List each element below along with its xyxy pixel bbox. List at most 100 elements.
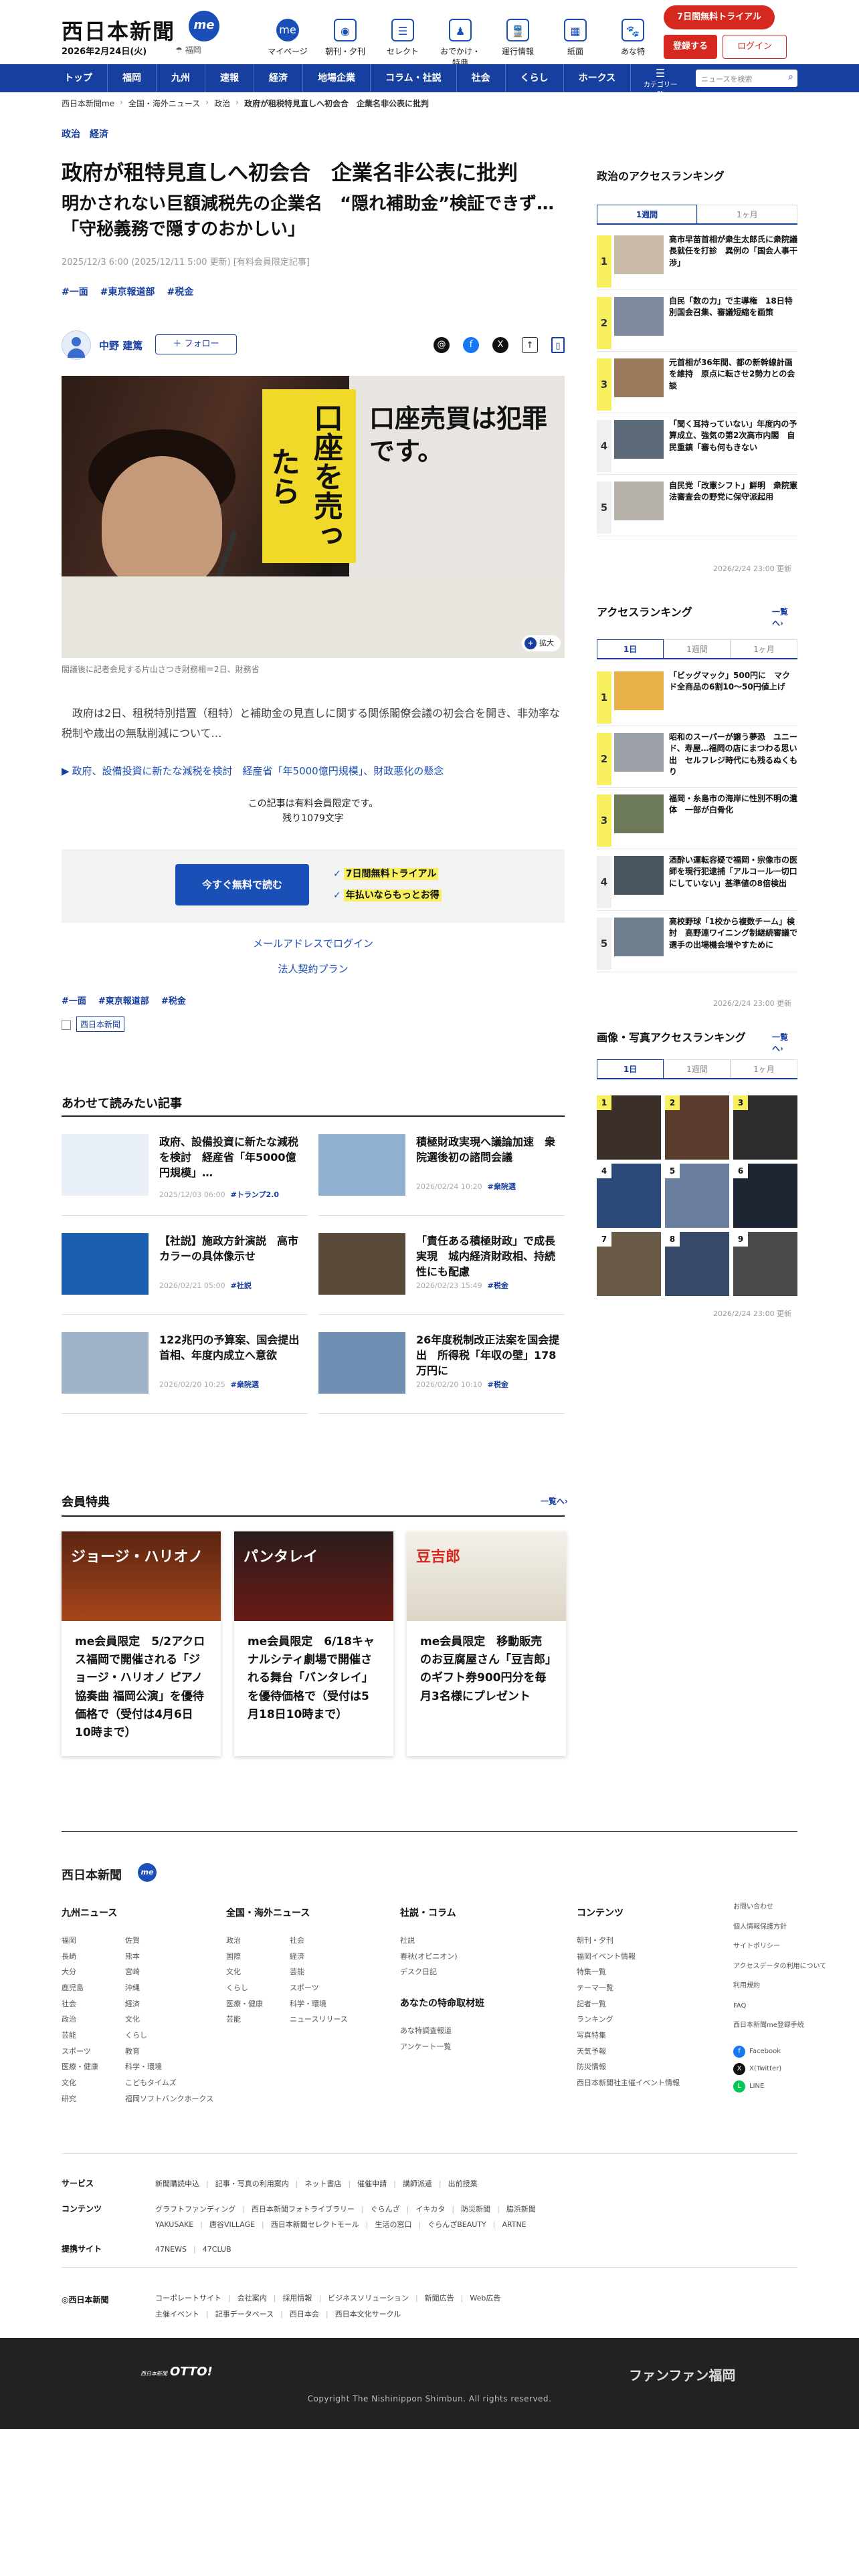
footer-link[interactable]: 脇浜新聞 xyxy=(506,2205,536,2214)
footer-link[interactable]: コーポレートサイト xyxy=(155,2294,221,2302)
member-perk-card[interactable]: ジョージ・ハリオノ me会員限定 5/2アクロス福岡で開催される「ジョージ・ハリオ… xyxy=(62,1531,221,1756)
tag-link[interactable]: #税金 xyxy=(161,994,186,1006)
footer-link[interactable]: 芸能 xyxy=(226,2012,263,2028)
footer-link[interactable]: 個人情報保護方針 xyxy=(733,1922,826,1933)
related-article-tag[interactable]: #トランプ2.0 xyxy=(231,1190,279,1199)
footer-link[interactable]: 記者一覧 xyxy=(577,1996,680,2012)
photo-ranking-item[interactable]: 1 xyxy=(597,1095,661,1160)
footer-link[interactable]: 文化 xyxy=(125,2012,213,2028)
related-article[interactable]: 積極財政実現へ議論加速 衆院選後初の諮問会議 2026/02/24 10:20 #衆… xyxy=(318,1130,565,1216)
threads-icon[interactable]: @ xyxy=(434,337,450,353)
footer-link[interactable]: 社説 xyxy=(400,1933,458,1949)
footer-link[interactable]: イキカタ xyxy=(415,2205,445,2214)
photo-ranking-item[interactable]: 5 xyxy=(665,1164,729,1228)
footer-link[interactable]: 文化 xyxy=(226,1964,263,1980)
photo-ranking-item[interactable]: 9 xyxy=(733,1232,797,1296)
tag-link[interactable]: #一面 xyxy=(62,994,86,1006)
footer-link[interactable]: 西日本新聞me登録手続 xyxy=(733,2020,826,2031)
share-icon[interactable]: ↑ xyxy=(522,337,538,353)
footer-link[interactable]: 社会 xyxy=(62,1996,98,2012)
footer-link[interactable]: ネット書店 xyxy=(304,2179,341,2188)
footer-column-title[interactable]: コンテンツ xyxy=(577,1903,680,1923)
photo-ranking-item[interactable]: 2 xyxy=(665,1095,729,1160)
footer-link[interactable]: スポーツ xyxy=(62,2044,98,2060)
footer-link[interactable]: 新聞広告 xyxy=(425,2294,454,2302)
footer-logo[interactable]: 西日本新聞 xyxy=(62,1866,122,1883)
tab-day[interactable]: 1日 xyxy=(597,639,664,658)
footer-link[interactable]: 福岡ソフトバンクホークス xyxy=(125,2091,213,2107)
read-free-button[interactable]: 今すぐ無料で読む xyxy=(175,864,309,905)
site-logo[interactable]: 西日本新聞 xyxy=(62,15,175,45)
footer-social-link[interactable]: f Facebook xyxy=(733,2043,826,2060)
photo-ranking-item[interactable]: 4 xyxy=(597,1164,661,1228)
author-name[interactable]: 中野 建篤 xyxy=(99,338,142,352)
search-input[interactable]: ニュースを検索 ⌕ xyxy=(696,70,797,87)
footer-link[interactable]: 芸能 xyxy=(62,2028,98,2044)
footer-link[interactable]: ぐらんざ xyxy=(371,2205,400,2214)
footer-link[interactable]: アクセスデータの利用について xyxy=(733,1961,826,1972)
footer-column-title[interactable]: 全国・海外ニュース xyxy=(226,1903,348,1923)
ranking-item[interactable]: 2 昭和のスーパーが譲う夢恐 ユニード、寿屋…福岡の店にまつわる思い出 セルフレジ… xyxy=(597,726,797,788)
footer-link[interactable]: 新聞購読申込 xyxy=(155,2179,199,2188)
member-perk-card[interactable]: パンタレイ me会員限定 6/18キャナルシティ劇場で開催される舞台「バンタレイ」… xyxy=(234,1531,393,1756)
footer-link[interactable]: 大分 xyxy=(62,1964,98,1980)
footer-link[interactable]: 西日本新聞社主催イベント情報 xyxy=(577,2075,680,2091)
related-article[interactable]: 26年度税制改正法案を国会提出 所得税「年収の壁」178万円に 2026/02/2… xyxy=(318,1328,565,1414)
topnav-item[interactable]: me マイページ xyxy=(266,19,309,59)
me-logo-badge[interactable]: me xyxy=(189,11,219,41)
footer-link[interactable]: 政治 xyxy=(226,1933,263,1949)
ranking-item[interactable]: 2 自民「数の力」で主導権 18日特別国会召集、審議短縮を画策 xyxy=(597,290,797,352)
footer-link[interactable]: 宮崎 xyxy=(125,1964,213,1980)
gnav-item[interactable]: 九州 xyxy=(157,64,205,92)
footer-link[interactable]: 生活の窓口 xyxy=(375,2220,411,2229)
photo-ranking-item[interactable]: 6 xyxy=(733,1164,797,1228)
breadcrumb-item[interactable]: 西日本新聞me xyxy=(62,98,114,109)
footer-column-subtitle[interactable]: あなたの特命取材班 xyxy=(400,1994,484,2014)
tab-month[interactable]: 1ヶ月 xyxy=(697,205,797,223)
footer-link[interactable]: 唐谷VILLAGE xyxy=(209,2220,255,2229)
footer-link[interactable]: あな特調査報道 xyxy=(400,2023,484,2039)
tab-week[interactable]: 1週間 xyxy=(664,1059,731,1078)
gnav-item[interactable]: 社会 xyxy=(457,64,506,92)
gnav-item[interactable]: 経済 xyxy=(254,64,303,92)
footer-link[interactable]: YAKUSAKE xyxy=(155,2220,193,2229)
related-article-tag[interactable]: #税金 xyxy=(488,1380,508,1389)
gnav-item[interactable]: 地場企業 xyxy=(303,64,371,92)
footer-link[interactable]: 記事・写真の利用案内 xyxy=(215,2179,289,2188)
footer-link[interactable]: ランキング xyxy=(577,2012,680,2028)
otto-logo[interactable]: 西日本新聞 OTTO! xyxy=(140,2365,213,2379)
footer-link[interactable]: 国際 xyxy=(226,1949,263,1965)
gnav-item[interactable]: ホークス xyxy=(564,64,632,92)
footer-column-title[interactable]: 社説・コラム xyxy=(400,1903,484,1923)
footer-link[interactable]: 天気予報 xyxy=(577,2044,680,2060)
photo-ranking-item[interactable]: 7 xyxy=(597,1232,661,1296)
topnav-item[interactable]: ♟ おでかけ・特典 xyxy=(439,19,482,68)
trial-button[interactable]: 7日間無料トライアル xyxy=(664,5,775,29)
footer-link[interactable]: 採用情報 xyxy=(282,2294,312,2302)
footer-link[interactable]: FAQ xyxy=(733,2001,826,2012)
ranking-item[interactable]: 5 自民党「改憲シフト」鮮明 衆院憲法審査会の野党に保守派起用 xyxy=(597,475,797,536)
footer-link[interactable]: ARTNE xyxy=(502,2220,526,2229)
footer-link[interactable]: 鹿児島 xyxy=(62,1980,98,1996)
footer-link[interactable]: ビジネスソリューション xyxy=(328,2294,409,2302)
footer-link[interactable]: 催催申請 xyxy=(357,2179,387,2188)
ranking-item[interactable]: 4 酒酔い運転容疑で福岡・宗像市の医師を現行犯逮捕「アルコール一切口にしていない」… xyxy=(597,849,797,911)
bookmark-icon[interactable]: ▯ xyxy=(551,337,565,353)
gnav-item[interactable]: くらし xyxy=(506,64,564,92)
footer-link[interactable]: 47CLUB xyxy=(203,2245,231,2254)
footer-link[interactable]: 長崎 xyxy=(62,1949,98,1965)
ranking-item[interactable]: 1 高市早苗首相が衆生太郎氏に衆院議長就任を打診 異例の「国会人事干渉」 xyxy=(597,229,797,290)
photo-more-link[interactable]: 一覧へ› xyxy=(772,1031,797,1054)
footer-link[interactable]: スポーツ xyxy=(290,1980,348,1996)
footer-link[interactable]: 西日本新聞フォトライブラリー xyxy=(252,2205,355,2214)
gnav-item[interactable]: コラム・社説 xyxy=(371,64,457,92)
footer-link[interactable]: くらし xyxy=(226,1980,263,1996)
footer-social-link[interactable]: L LINE xyxy=(733,2078,826,2095)
access-more-link[interactable]: 一覧へ› xyxy=(772,606,797,629)
footer-link[interactable]: ニュースリリース xyxy=(290,2012,348,2028)
category-menu-button[interactable]: ☰ カテゴリ一覧 xyxy=(644,68,677,100)
footer-link[interactable]: 西日本新聞セレクトモール xyxy=(271,2220,359,2229)
footer-link[interactable]: 医療・健康 xyxy=(62,2059,98,2075)
topnav-item[interactable]: ◉ 朝刊・夕刊 xyxy=(324,19,367,59)
footer-column-title[interactable]: 九州ニュース xyxy=(62,1903,213,1923)
